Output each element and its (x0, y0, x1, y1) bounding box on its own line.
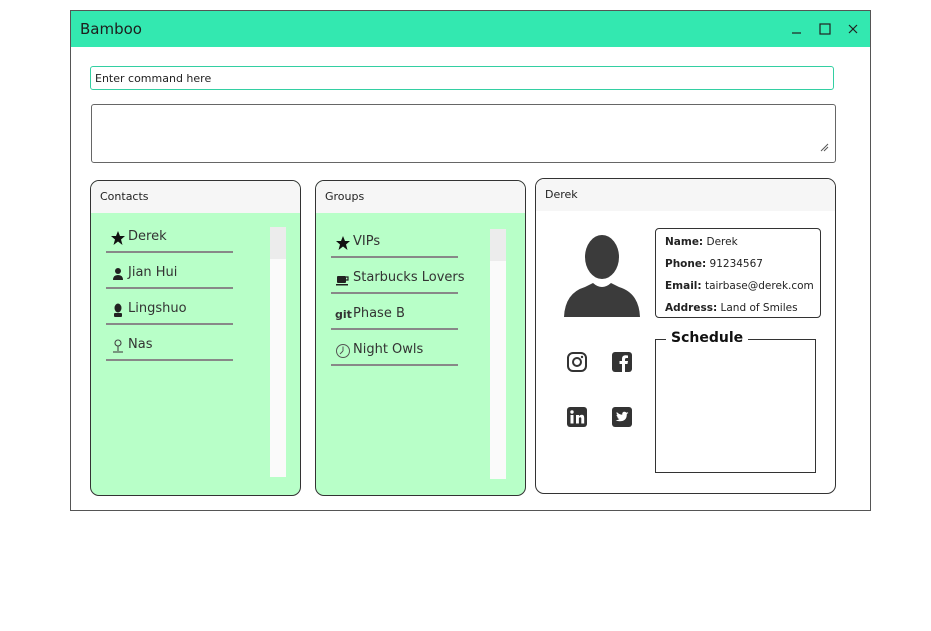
linkedin-icon[interactable] (566, 406, 588, 428)
groups-header: Groups (316, 181, 525, 213)
maximize-icon[interactable] (816, 20, 834, 38)
item-underline (106, 359, 233, 361)
address-label: Address: (665, 302, 718, 314)
group-name: Phase B (353, 306, 405, 321)
contact-detail-panel: Derek Name: Derek Phone: 91234567 Email:… (535, 178, 836, 494)
contact-item-lingshuo[interactable]: Lingshuo (106, 293, 256, 329)
window-title: Bamboo (80, 20, 142, 38)
facebook-icon[interactable] (611, 351, 633, 373)
detail-header: Derek (536, 179, 835, 211)
email-value: tairbase@derek.com (704, 280, 814, 292)
contact-item-jian-hui[interactable]: Jian Hui (106, 257, 256, 293)
contact-name: Lingshuo (128, 301, 187, 316)
bust-icon (110, 302, 126, 318)
item-underline (106, 287, 233, 289)
name-value: Derek (706, 236, 738, 248)
contact-name: Jian Hui (128, 265, 178, 280)
coffee-icon (335, 271, 351, 287)
name-label: Name: (665, 236, 704, 248)
git-icon: git (335, 308, 352, 321)
avatar-icon (563, 233, 641, 321)
contact-name: Nas (128, 337, 153, 352)
phone-row: Phone: 91234567 (665, 253, 820, 275)
contacts-header: Contacts (91, 181, 300, 213)
title-bar[interactable]: Bamboo (71, 11, 870, 47)
address-row: Address: Land of Smiles (665, 297, 820, 319)
contacts-panel: Contacts Derek Jian Hui Lingshuo Nas (90, 180, 301, 496)
address-value: Land of Smiles (720, 302, 798, 314)
group-item-starbucks-lovers[interactable]: Starbucks Lovers (331, 262, 481, 298)
group-item-vips[interactable]: VIPs (331, 226, 481, 262)
contact-info-box: Name: Derek Phone: 91234567 Email: tairb… (655, 228, 821, 318)
groups-scroll-thumb[interactable] (490, 229, 506, 261)
contacts-scrollbar[interactable] (270, 227, 286, 477)
contact-item-derek[interactable]: Derek (106, 221, 256, 257)
phone-label: Phone: (665, 258, 707, 270)
star-icon (110, 230, 126, 246)
resize-grip-icon[interactable] (820, 137, 829, 156)
email-label: Email: (665, 280, 702, 292)
app-window: Bamboo Contacts Derek Jia (70, 10, 871, 511)
phone-value: 91234567 (709, 258, 763, 270)
email-row: Email: tairbase@derek.com (665, 275, 820, 297)
contact-item-nas[interactable]: Nas (106, 329, 256, 365)
item-underline (331, 328, 458, 330)
command-input[interactable] (90, 66, 834, 90)
group-name: Night Owls (353, 342, 424, 357)
contact-name: Derek (128, 229, 167, 244)
group-item-night-owls[interactable]: Night Owls (331, 334, 481, 370)
groups-scrollbar[interactable] (490, 229, 506, 479)
star-icon (335, 235, 351, 251)
group-name: VIPs (353, 234, 381, 249)
group-name: Starbucks Lovers (353, 270, 465, 285)
pin-person-icon (110, 338, 126, 354)
name-row: Name: Derek (665, 231, 820, 253)
close-icon[interactable] (844, 20, 862, 38)
twitter-icon[interactable] (611, 406, 633, 428)
item-underline (331, 364, 458, 366)
minimize-icon[interactable] (788, 20, 806, 38)
contacts-scroll-thumb[interactable] (270, 227, 286, 259)
item-underline (331, 256, 458, 258)
person-icon (110, 266, 126, 282)
item-underline (106, 251, 233, 253)
schedule-box: Schedule (655, 330, 816, 473)
schedule-title: Schedule (666, 330, 749, 346)
instagram-icon[interactable] (566, 351, 588, 373)
item-underline (106, 323, 233, 325)
groups-panel: Groups VIPs Starbucks Lovers git Phase B (315, 180, 526, 496)
item-underline (331, 292, 458, 294)
result-display[interactable] (91, 104, 836, 163)
clock-icon (335, 343, 351, 359)
group-item-phase-b[interactable]: git Phase B (331, 298, 481, 334)
